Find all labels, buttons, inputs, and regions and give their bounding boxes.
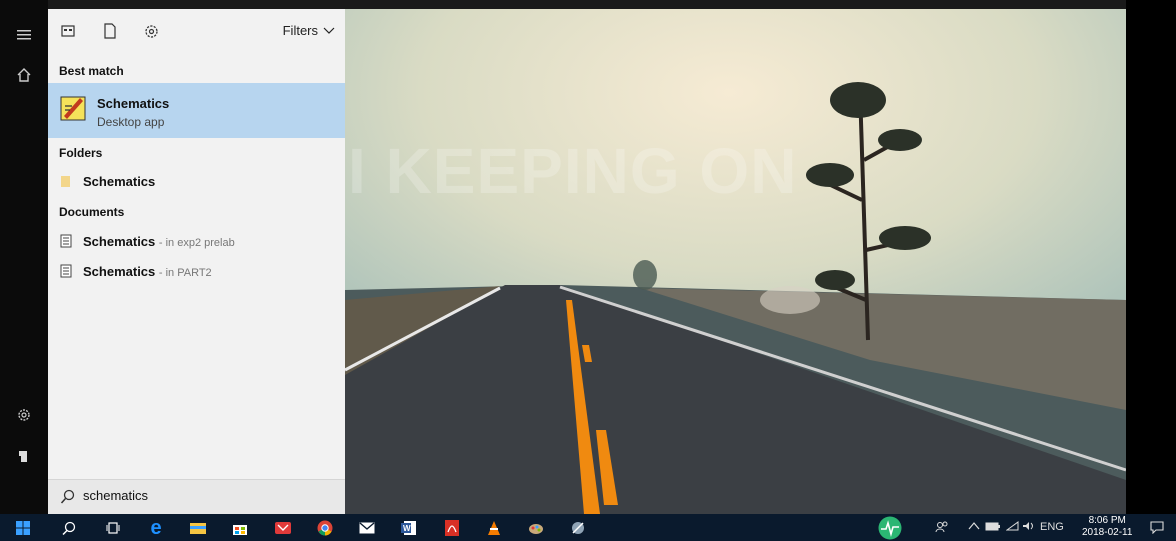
best-match-subtitle: Desktop app bbox=[97, 115, 165, 129]
gear-icon[interactable] bbox=[141, 21, 161, 41]
right-bezel bbox=[1126, 0, 1176, 514]
clock-date: 2018-02-11 bbox=[1082, 527, 1133, 538]
chevron-up-icon[interactable] bbox=[968, 521, 980, 534]
people-icon[interactable] bbox=[935, 521, 949, 536]
task-view-icon[interactable] bbox=[102, 517, 124, 539]
search-toolbar: Filters bbox=[48, 9, 345, 53]
search-panel: Filters Best match Schematics Desktop ap… bbox=[48, 9, 345, 515]
search-box[interactable] bbox=[48, 479, 345, 515]
file-explorer-icon[interactable] bbox=[187, 517, 209, 539]
document-result[interactable]: Schematics - in PART2 bbox=[48, 257, 345, 285]
chevron-down-icon bbox=[323, 27, 335, 34]
document-file-icon bbox=[60, 264, 72, 278]
svg-text:W: W bbox=[403, 524, 411, 533]
search-icon bbox=[60, 489, 76, 505]
folder-title: Schematics bbox=[83, 174, 156, 189]
settings-icon[interactable] bbox=[12, 403, 36, 427]
hamburger-icon[interactable] bbox=[12, 23, 36, 47]
paint-icon[interactable] bbox=[525, 517, 547, 539]
document-icon[interactable] bbox=[100, 21, 120, 41]
store-icon[interactable] bbox=[229, 517, 251, 539]
mail-icon[interactable] bbox=[356, 517, 378, 539]
document-title: Schematics - in PART2 bbox=[83, 264, 212, 279]
schematics-app-icon bbox=[60, 94, 87, 121]
battery-icon[interactable] bbox=[985, 521, 1001, 534]
word-icon[interactable]: W bbox=[398, 517, 420, 539]
user-icon[interactable] bbox=[12, 444, 36, 468]
top-strip bbox=[48, 0, 1126, 9]
best-match-heading: Best match bbox=[59, 64, 124, 78]
clock[interactable]: 8:06 PM 2018-02-11 bbox=[1082, 515, 1132, 539]
document-location: - in exp2 prelab bbox=[158, 237, 235, 249]
folder-result[interactable]: Schematics bbox=[48, 167, 345, 195]
wifi-icon[interactable] bbox=[1005, 521, 1020, 534]
filters-button[interactable]: Filters bbox=[283, 23, 335, 38]
folder-icon bbox=[60, 174, 72, 188]
mail-red-icon[interactable] bbox=[272, 517, 294, 539]
action-center-icon[interactable] bbox=[1150, 521, 1164, 537]
apps-icon[interactable] bbox=[58, 21, 78, 41]
document-location: - in PART2 bbox=[158, 267, 212, 279]
volume-icon[interactable] bbox=[1022, 521, 1036, 534]
cortana-search-icon[interactable] bbox=[58, 517, 80, 539]
activity-monitor-icon[interactable] bbox=[877, 515, 903, 541]
best-match-result[interactable]: Schematics Desktop app bbox=[48, 83, 345, 138]
edge-icon[interactable]: e bbox=[145, 517, 167, 539]
search-input[interactable] bbox=[83, 488, 323, 503]
wallpaper-text: I KEEPING ON bbox=[348, 135, 798, 207]
best-match-title: Schematics bbox=[97, 96, 170, 111]
home-icon[interactable] bbox=[12, 63, 36, 87]
windows-start-icon[interactable] bbox=[12, 517, 34, 539]
utility-icon[interactable] bbox=[567, 517, 589, 539]
folders-heading: Folders bbox=[59, 146, 103, 160]
clock-time: 8:06 PM bbox=[1088, 515, 1126, 526]
language-indicator[interactable]: ENG bbox=[1040, 521, 1064, 533]
document-result[interactable]: Schematics - in exp2 prelab bbox=[48, 227, 345, 255]
taskbar: e W ENG 8:06 PM 2018-02-11 bbox=[0, 514, 1176, 541]
vlc-icon[interactable] bbox=[483, 517, 505, 539]
documents-heading: Documents bbox=[59, 205, 125, 219]
acrobat-icon[interactable] bbox=[441, 517, 463, 539]
document-file-icon bbox=[60, 234, 72, 248]
filters-label: Filters bbox=[282, 23, 318, 38]
chrome-icon[interactable] bbox=[314, 517, 336, 539]
start-rail bbox=[0, 0, 48, 514]
document-title: Schematics - in exp2 prelab bbox=[83, 234, 235, 249]
